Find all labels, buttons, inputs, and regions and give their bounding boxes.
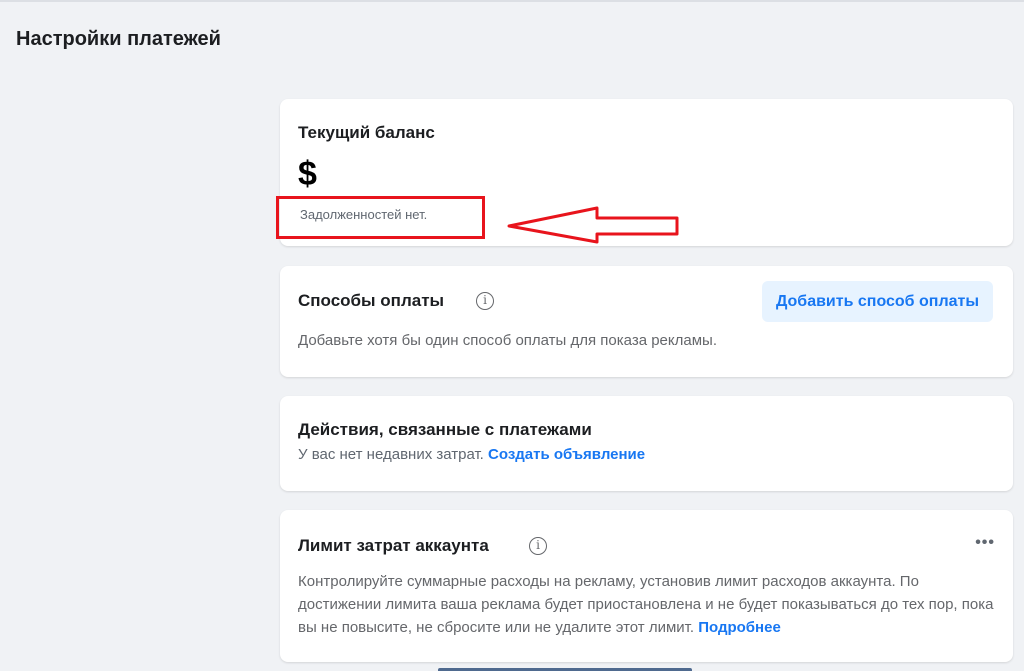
- more-options-icon[interactable]: •••: [975, 534, 995, 552]
- top-border: [0, 0, 1024, 2]
- payment-methods-title: Способы оплаты: [298, 291, 445, 310]
- balance-title: Текущий баланс: [298, 123, 435, 142]
- payment-methods-description: Добавьте хотя бы один способ оплаты для …: [298, 332, 717, 349]
- spending-limit-title: Лимит затрат аккаунта: [298, 536, 489, 555]
- create-ad-link[interactable]: Создать объявление: [488, 446, 645, 463]
- annotation-highlight-box: [276, 196, 485, 239]
- spending-limit-card: Лимит затрат аккаунта i ••• Контролируйт…: [280, 510, 1013, 662]
- learn-more-link[interactable]: Подробнее: [698, 619, 781, 636]
- payment-methods-card: Способы оплаты i Добавить способ оплаты …: [280, 266, 1013, 377]
- spending-limit-description: Контролируйте суммарные расходы на рекла…: [298, 570, 998, 639]
- payment-activity-card: Действия, связанные с платежами У вас не…: [280, 396, 1013, 491]
- info-icon[interactable]: i: [529, 537, 547, 555]
- payment-activity-text: У вас нет недавних затрат. Создать объяв…: [298, 446, 645, 463]
- annotation-arrow-icon: [507, 206, 679, 244]
- page-title: Настройки платежей: [16, 28, 221, 50]
- add-payment-method-button[interactable]: Добавить способ оплаты: [761, 281, 993, 322]
- no-recent-spend-text: У вас нет недавних затрат.: [298, 446, 484, 463]
- balance-value: $: [298, 155, 317, 193]
- info-icon[interactable]: i: [476, 292, 494, 310]
- payment-activity-title: Действия, связанные с платежами: [298, 420, 592, 439]
- spending-limit-text: Контролируйте суммарные расходы на рекла…: [298, 573, 994, 636]
